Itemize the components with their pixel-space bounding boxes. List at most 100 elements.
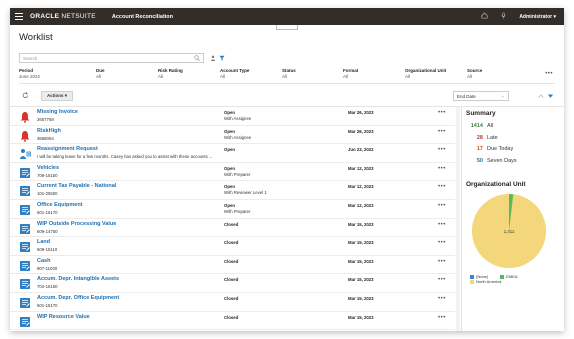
- form-icon: [19, 315, 31, 327]
- item-status-detail: With Assignee: [224, 134, 252, 140]
- item-more-icon[interactable]: •••: [438, 277, 446, 283]
- item-title[interactable]: Cash: [37, 258, 50, 264]
- item-date: Mar 12, 2023: [348, 184, 374, 190]
- item-subtitle: 3668054: [37, 135, 54, 141]
- item-date: Jun 23, 2022: [348, 147, 374, 153]
- item-date: Mar 15, 2023: [348, 296, 374, 301]
- item-subtitle: 907-11000: [37, 265, 58, 271]
- item-title[interactable]: RiskHigh: [37, 128, 61, 134]
- item-subtitle: 3657768: [37, 117, 54, 122]
- item-title[interactable]: Office Equipment: [37, 202, 83, 208]
- list-item[interactable]: WIP Outside Processing Value 609-14750 Clo…: [10, 219, 455, 238]
- filter-risk-rating[interactable]: Risk Rating All: [158, 68, 183, 79]
- list-item[interactable]: WIP Resource Value Closed Mar 15, 2023 •••: [10, 312, 455, 331]
- sort-descending-icon[interactable]: [547, 93, 554, 99]
- item-status: Closed: [224, 314, 239, 320]
- item-status: Open: [224, 110, 235, 115]
- summary-count-late[interactable]: 28 Late: [466, 135, 498, 141]
- item-status-detail: With Preparer: [224, 171, 251, 177]
- item-title[interactable]: WIP Resource Value: [37, 314, 90, 320]
- refresh-icon[interactable]: [22, 92, 29, 99]
- collapse-handle[interactable]: [276, 25, 298, 30]
- search-input[interactable]: Search: [19, 53, 204, 63]
- item-subtitle: 609-15110: [37, 247, 58, 253]
- item-date: Mar 15, 2023: [348, 258, 374, 264]
- item-status: Closed: [224, 277, 239, 283]
- list-item[interactable]: Land 609-15110 Closed Mar 15, 2023 •••: [10, 237, 455, 256]
- filter-format[interactable]: Format All: [343, 68, 358, 79]
- sort-ascending-icon[interactable]: [538, 93, 544, 99]
- item-more-icon[interactable]: •••: [438, 147, 446, 153]
- item-more-icon[interactable]: •••: [438, 296, 446, 302]
- item-more-icon[interactable]: •••: [438, 166, 446, 172]
- more-filters-icon[interactable]: •••: [545, 71, 553, 77]
- filter-due[interactable]: Due All: [96, 68, 105, 79]
- form-icon: [19, 277, 31, 290]
- pie-center-label: 1,411: [504, 229, 515, 234]
- form-icon: [19, 184, 31, 197]
- list-item[interactable]: Missing Invoice 3657768 Open With Assignee M…: [10, 107, 455, 126]
- person-icon: [19, 147, 31, 160]
- item-title[interactable]: Accum. Depr. Intangible Assets: [37, 276, 119, 282]
- item-more-icon[interactable]: •••: [438, 184, 446, 190]
- search-icon[interactable]: [194, 55, 200, 61]
- actions-button[interactable]: Actions ▾: [41, 91, 74, 101]
- list-item[interactable]: Accum. Depr. Intangible Assets 704-16150 C…: [10, 274, 455, 293]
- item-date: Mar 26, 2023: [348, 128, 374, 134]
- item-more-icon[interactable]: •••: [438, 129, 446, 135]
- item-title[interactable]: Vehicles: [37, 165, 59, 171]
- summary-count-seven-days[interactable]: 50 Seven Days: [466, 158, 517, 164]
- assignee-filter-icon[interactable]: [210, 55, 216, 61]
- item-subtitle: 709-15150: [37, 172, 58, 178]
- item-title[interactable]: Land: [37, 239, 50, 245]
- scrollbar[interactable]: [456, 107, 460, 331]
- list-item[interactable]: RiskHigh 3668054 Open With Assignee Mar 26, …: [10, 126, 455, 145]
- sort-select[interactable]: End Date ⌄: [453, 91, 509, 101]
- app-title: Account Reconciliation: [111, 13, 174, 20]
- item-title[interactable]: Reassignment Request: [37, 146, 98, 152]
- item-more-icon[interactable]: •••: [438, 240, 446, 246]
- summary-count-all[interactable]: 1414 All: [466, 123, 493, 129]
- item-date: Mar 15, 2023: [348, 240, 374, 246]
- filter-source[interactable]: Source All: [467, 68, 482, 79]
- form-icon: [19, 203, 31, 215]
- form-icon: [19, 240, 31, 253]
- item-title[interactable]: WIP Outside Processing Value: [37, 221, 116, 227]
- microphone-icon[interactable]: [500, 12, 507, 21]
- item-subtitle: 609-14750: [37, 228, 58, 234]
- filter-account-type[interactable]: Account Type All: [220, 68, 249, 79]
- menu-icon[interactable]: [10, 8, 28, 25]
- list-item[interactable]: Current Tax Payable - National 101-25500 O…: [10, 181, 455, 200]
- filter-status[interactable]: Status All: [282, 68, 296, 79]
- top-bar: ORACLE NETSUITE Account Reconciliation A…: [10, 8, 564, 25]
- list-item[interactable]: Reassignment Request I will be taking lea…: [10, 144, 455, 163]
- filter-organizational-unit[interactable]: Organizational Unit All: [405, 68, 446, 79]
- item-more-icon[interactable]: •••: [438, 259, 446, 265]
- item-title[interactable]: Current Tax Payable - National: [37, 183, 116, 189]
- filter-icon[interactable]: [219, 55, 225, 61]
- list-item[interactable]: Vehicles 709-15150 Open With Preparer Mar 12…: [10, 163, 455, 182]
- summary-count-due-today[interactable]: 17 Due Today: [466, 146, 513, 152]
- item-more-icon[interactable]: •••: [438, 110, 446, 116]
- item-title[interactable]: Accum. Depr. Office Equipment: [37, 295, 119, 301]
- list-item[interactable]: Accum. Depr. Office Equipment 601-15170 Cl…: [10, 293, 455, 312]
- list-item[interactable]: Office Equipment 601-15170 Open With Prepar…: [10, 200, 455, 219]
- item-status-detail: With Assignee: [224, 116, 252, 121]
- item-date: Mar 12, 2023: [348, 165, 374, 171]
- org-unit-pie-chart[interactable]: 1,411: [470, 192, 548, 270]
- user-menu[interactable]: Administrator ▾: [519, 14, 556, 20]
- summary-title: Summary: [466, 110, 496, 117]
- item-more-icon[interactable]: •••: [438, 315, 446, 321]
- form-icon: [19, 259, 31, 271]
- item-status: Open: [224, 128, 235, 134]
- item-more-icon[interactable]: •••: [438, 222, 446, 228]
- list-item[interactable]: Cash 907-11000 Closed Mar 15, 2023 •••: [10, 256, 455, 275]
- item-status: Closed: [224, 296, 239, 301]
- home-icon[interactable]: [481, 12, 488, 21]
- item-more-icon[interactable]: •••: [438, 203, 446, 209]
- form-icon: [19, 296, 31, 308]
- filter-period[interactable]: Period June 2022: [19, 68, 40, 79]
- item-title[interactable]: Missing Invoice: [37, 109, 78, 115]
- item-subtitle: I will be taking leave for a few months.…: [37, 154, 213, 160]
- item-status-detail: With Preparer: [224, 209, 251, 214]
